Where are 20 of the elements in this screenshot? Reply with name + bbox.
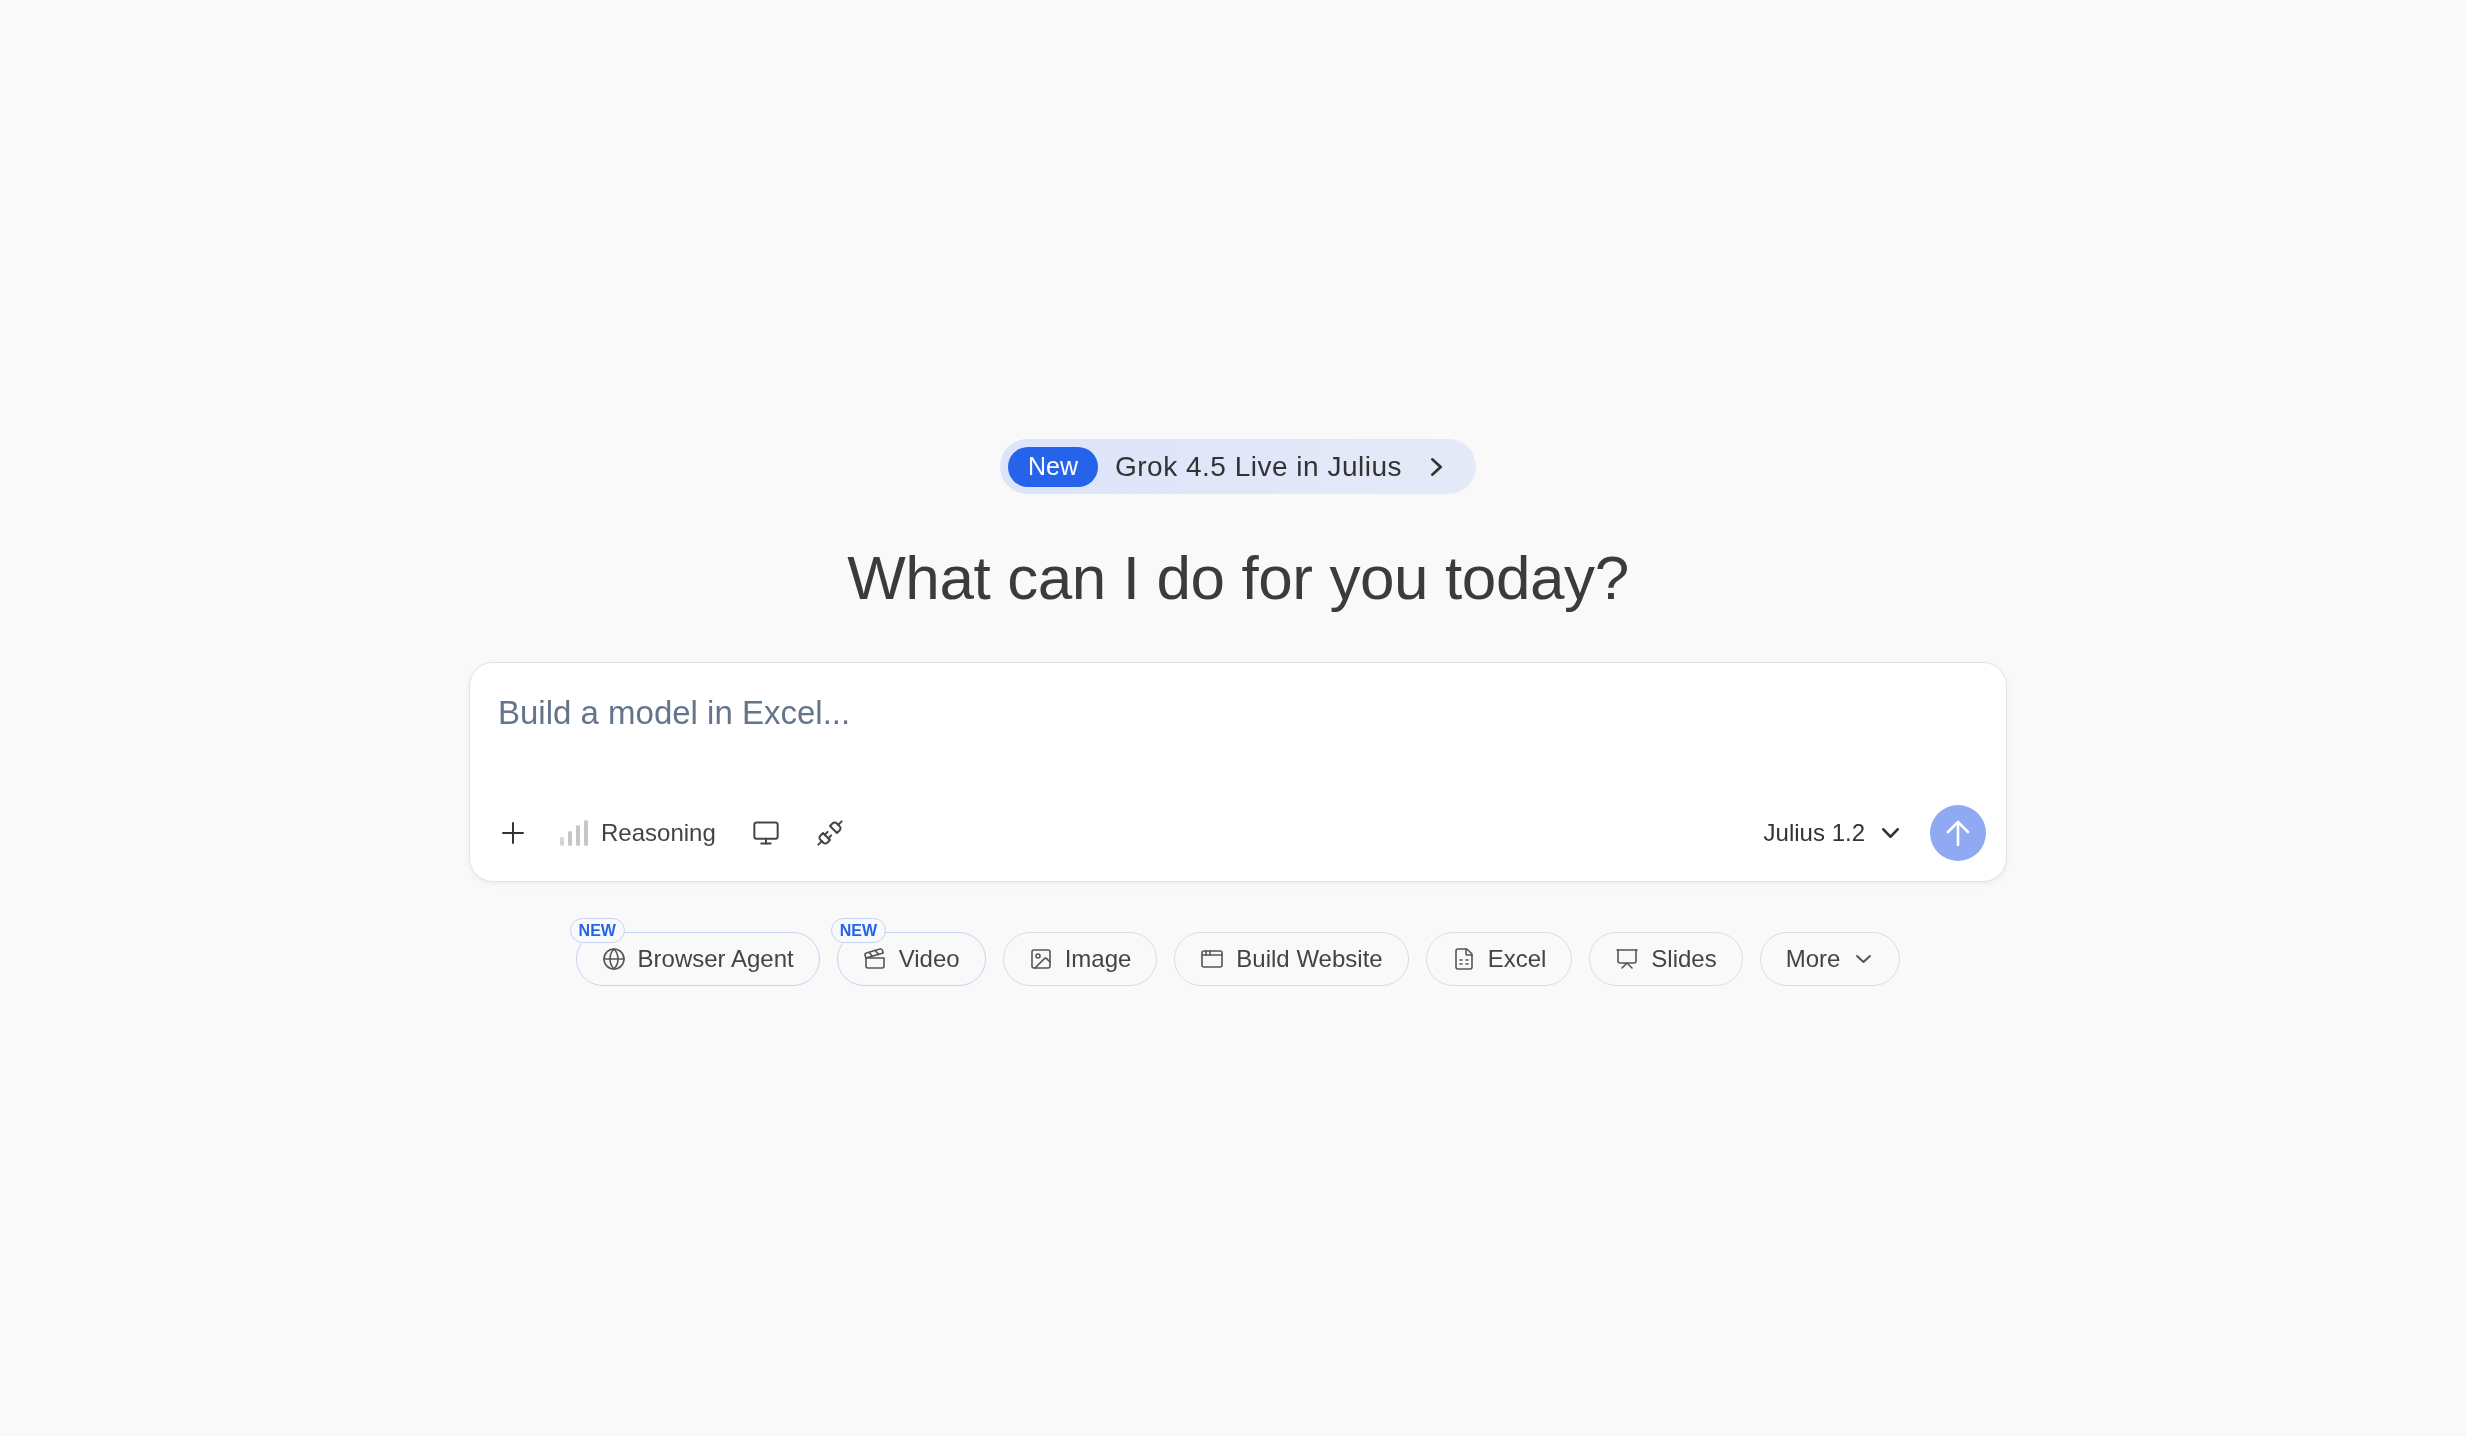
reasoning-button[interactable]: Reasoning — [552, 811, 724, 856]
prompt-box[interactable]: Build a model in Excel... Reasoning Julius 1.2 — [469, 662, 2007, 883]
new-badge: NEW — [830, 918, 886, 944]
chevron-down-icon — [1856, 955, 1872, 964]
page-heading: What can I do for you today? — [847, 542, 1629, 614]
chevron-right-icon — [1431, 457, 1442, 476]
plus-icon — [502, 822, 524, 845]
announcement-link[interactable]: New Grok 4.5 Live in Julius — [1000, 439, 1476, 494]
globe-icon — [601, 947, 626, 972]
chevron-down-icon — [1882, 828, 1899, 839]
signal-bars-icon — [560, 820, 588, 847]
new-badge: NEW — [569, 918, 625, 944]
prompt-input[interactable]: Build a model in Excel... — [498, 691, 1978, 806]
new-badge: New — [1008, 446, 1098, 487]
plug-icon — [815, 819, 844, 848]
arrow-up-icon — [1946, 820, 1970, 847]
clapperboard-icon — [862, 947, 887, 972]
model-dropdown[interactable]: Julius 1.2 — [1755, 811, 1907, 856]
image-icon — [1028, 947, 1053, 972]
presentation-icon — [1615, 947, 1640, 972]
